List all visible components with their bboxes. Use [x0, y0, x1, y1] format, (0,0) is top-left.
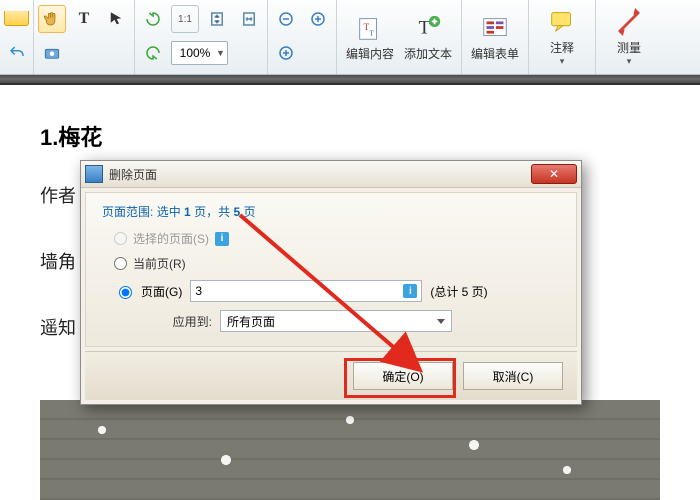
- fit-width-icon[interactable]: [235, 5, 263, 33]
- doc-heading: 1.梅花: [40, 120, 660, 152]
- fit-page-icon[interactable]: [203, 5, 231, 33]
- edit-content-label: 编辑内容: [346, 45, 394, 62]
- dialog-title: 删除页面: [109, 166, 157, 183]
- add-text-label: 添加文本: [404, 45, 452, 62]
- delete-pages-dialog: 删除页面 ✕ 页面范围: 选中 1 页，共 5 页 选择的页面(S) i 当前页…: [80, 160, 582, 405]
- radio-pages-label: 页面(G): [141, 283, 182, 300]
- apply-to-combo[interactable]: 所有页面: [220, 310, 452, 332]
- annotate-label: 注释: [550, 39, 574, 56]
- edit-form-label: 编辑表单: [471, 45, 519, 62]
- cancel-button[interactable]: 取消(C): [463, 362, 563, 390]
- document-image: [40, 400, 660, 500]
- dialog-body: 页面范围: 选中 1 页，共 5 页 选择的页面(S) i 当前页(R) 页面(…: [85, 192, 577, 347]
- zoom-combo[interactable]: ▼: [171, 41, 228, 65]
- apply-to-value: 所有页面: [227, 313, 275, 330]
- rotate-right-icon[interactable]: [139, 39, 167, 67]
- chevron-down-icon: ▾: [560, 56, 565, 67]
- radio-current-page-label: 当前页(R): [133, 255, 186, 272]
- dialog-titlebar[interactable]: 删除页面 ✕: [81, 161, 581, 188]
- page-range-summary: 页面范围: 选中 1 页，共 5 页: [102, 203, 562, 220]
- zoom-in-icon[interactable]: [304, 5, 332, 33]
- page-range-field[interactable]: 3 i: [190, 280, 422, 302]
- radio-pages[interactable]: 页面(G) 3 i (总计 5 页): [114, 280, 562, 302]
- chevron-down-icon: [437, 319, 445, 324]
- rotate-left-icon[interactable]: [139, 5, 167, 33]
- divider: [0, 75, 700, 85]
- radio-selected-pages[interactable]: 选择的页面(S) i: [114, 230, 562, 247]
- measure-label: 测量: [617, 39, 641, 56]
- info-icon[interactable]: i: [215, 232, 229, 246]
- marquee-zoom-icon[interactable]: [272, 39, 300, 67]
- radio-selected-pages-input: [114, 232, 127, 245]
- dialog-actions: 确定(O) 取消(C): [85, 351, 577, 400]
- zoom-input[interactable]: [174, 45, 216, 61]
- edit-form-button[interactable]: 编辑表单: [466, 2, 524, 72]
- svg-text:T: T: [419, 17, 431, 38]
- page-range-value: 3: [195, 284, 202, 298]
- text-select-icon[interactable]: T: [70, 5, 98, 33]
- ribbon-toolbar: T 1:1: [0, 0, 700, 75]
- edit-content-button[interactable]: TT 编辑内容: [341, 2, 399, 72]
- active-tab-marker: [4, 11, 29, 26]
- info-icon[interactable]: i: [403, 284, 417, 298]
- measure-button[interactable]: 测量 ▾: [600, 2, 658, 72]
- hand-tool-icon[interactable]: [38, 5, 66, 33]
- radio-pages-input[interactable]: [119, 286, 132, 299]
- chevron-down-icon: ▼: [216, 48, 225, 58]
- svg-text:T: T: [369, 28, 374, 37]
- annotate-button[interactable]: 注释 ▾: [533, 2, 591, 72]
- radio-current-page-input[interactable]: [114, 257, 127, 270]
- app-icon: [85, 165, 103, 183]
- radio-selected-pages-label: 选择的页面(S): [133, 230, 209, 247]
- radio-current-page[interactable]: 当前页(R): [114, 255, 562, 272]
- chevron-down-icon: ▾: [627, 56, 632, 67]
- apply-to-label: 应用到:: [114, 313, 212, 330]
- add-text-button[interactable]: T 添加文本: [399, 2, 457, 72]
- close-button[interactable]: ✕: [531, 164, 577, 184]
- zoom-out-icon[interactable]: [272, 5, 300, 33]
- undo-icon[interactable]: [4, 39, 29, 67]
- ok-button[interactable]: 确定(O): [353, 362, 453, 390]
- snapshot-icon[interactable]: [38, 39, 66, 67]
- cursor-icon[interactable]: [102, 5, 130, 33]
- actual-size-icon[interactable]: 1:1: [171, 5, 199, 33]
- page-total-hint: (总计 5 页): [430, 283, 487, 300]
